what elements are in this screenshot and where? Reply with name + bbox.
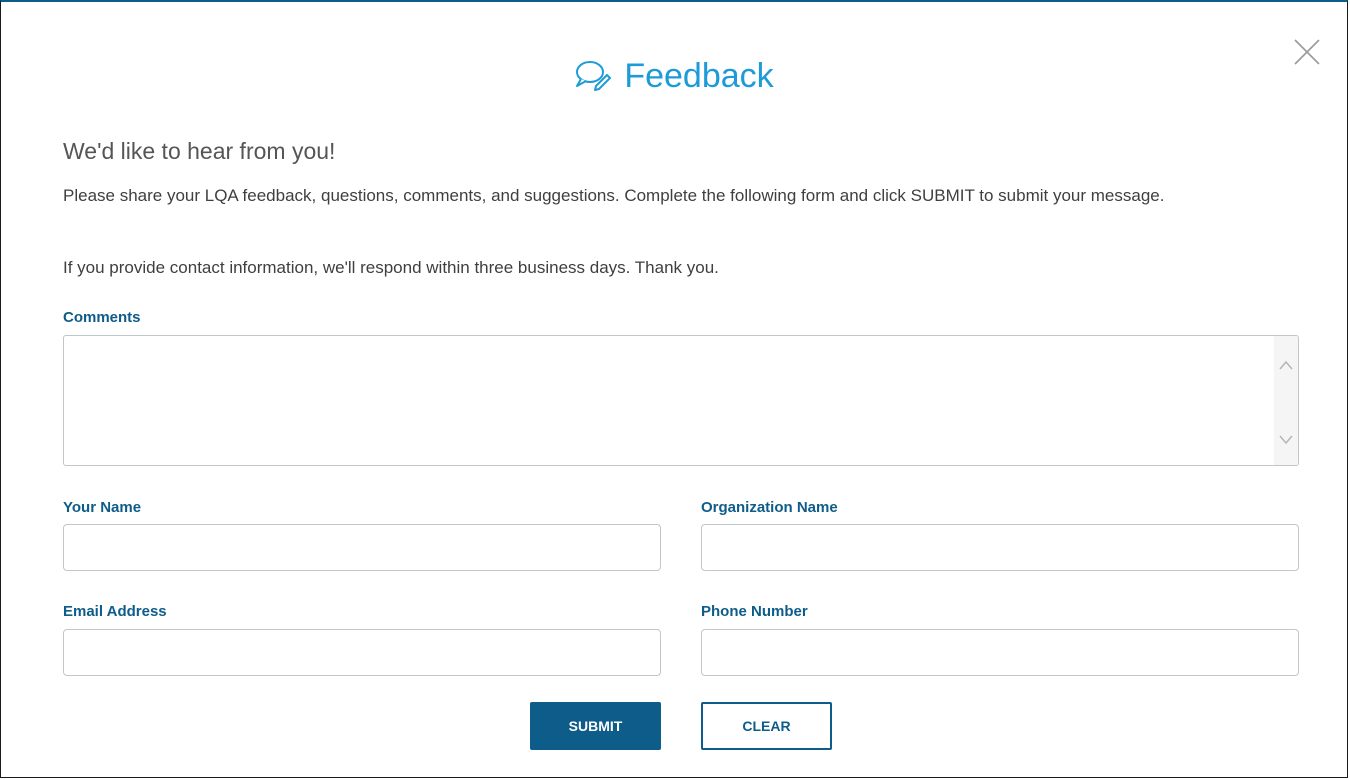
dialog-header: Feedback (1, 54, 1347, 103)
comments-label: Comments (63, 309, 141, 326)
contact-note: If you provide contact information, we'l… (63, 258, 719, 277)
your-name-label: Your Name (63, 499, 142, 516)
comments-scrollbar[interactable] (1274, 336, 1298, 465)
submit-button[interactable]: SUBMIT (530, 702, 661, 750)
clear-button[interactable]: CLEAR (701, 702, 832, 750)
phone-number-label: Phone Number (701, 603, 808, 620)
comments-textarea-wrapper (63, 335, 1299, 466)
dialog-title: Feedback (624, 57, 774, 95)
chevron-up-icon[interactable] (1279, 360, 1293, 370)
your-name-input[interactable] (63, 524, 661, 571)
intro-heading: We'd like to hear from you! (63, 138, 336, 164)
email-address-input[interactable] (63, 629, 661, 676)
chat-bubble-pen-icon (574, 58, 614, 103)
organization-name-input[interactable] (701, 524, 1299, 571)
comments-textarea[interactable] (64, 336, 1274, 465)
email-address-label: Email Address (63, 603, 167, 620)
phone-number-input[interactable] (701, 629, 1299, 676)
chevron-down-icon[interactable] (1279, 435, 1293, 445)
feedback-dialog: Feedback We'd like to hear from you! Ple… (0, 0, 1348, 778)
organization-name-label: Organization Name (701, 499, 838, 516)
intro-paragraph: Please share your LQA feedback, question… (63, 186, 1165, 205)
